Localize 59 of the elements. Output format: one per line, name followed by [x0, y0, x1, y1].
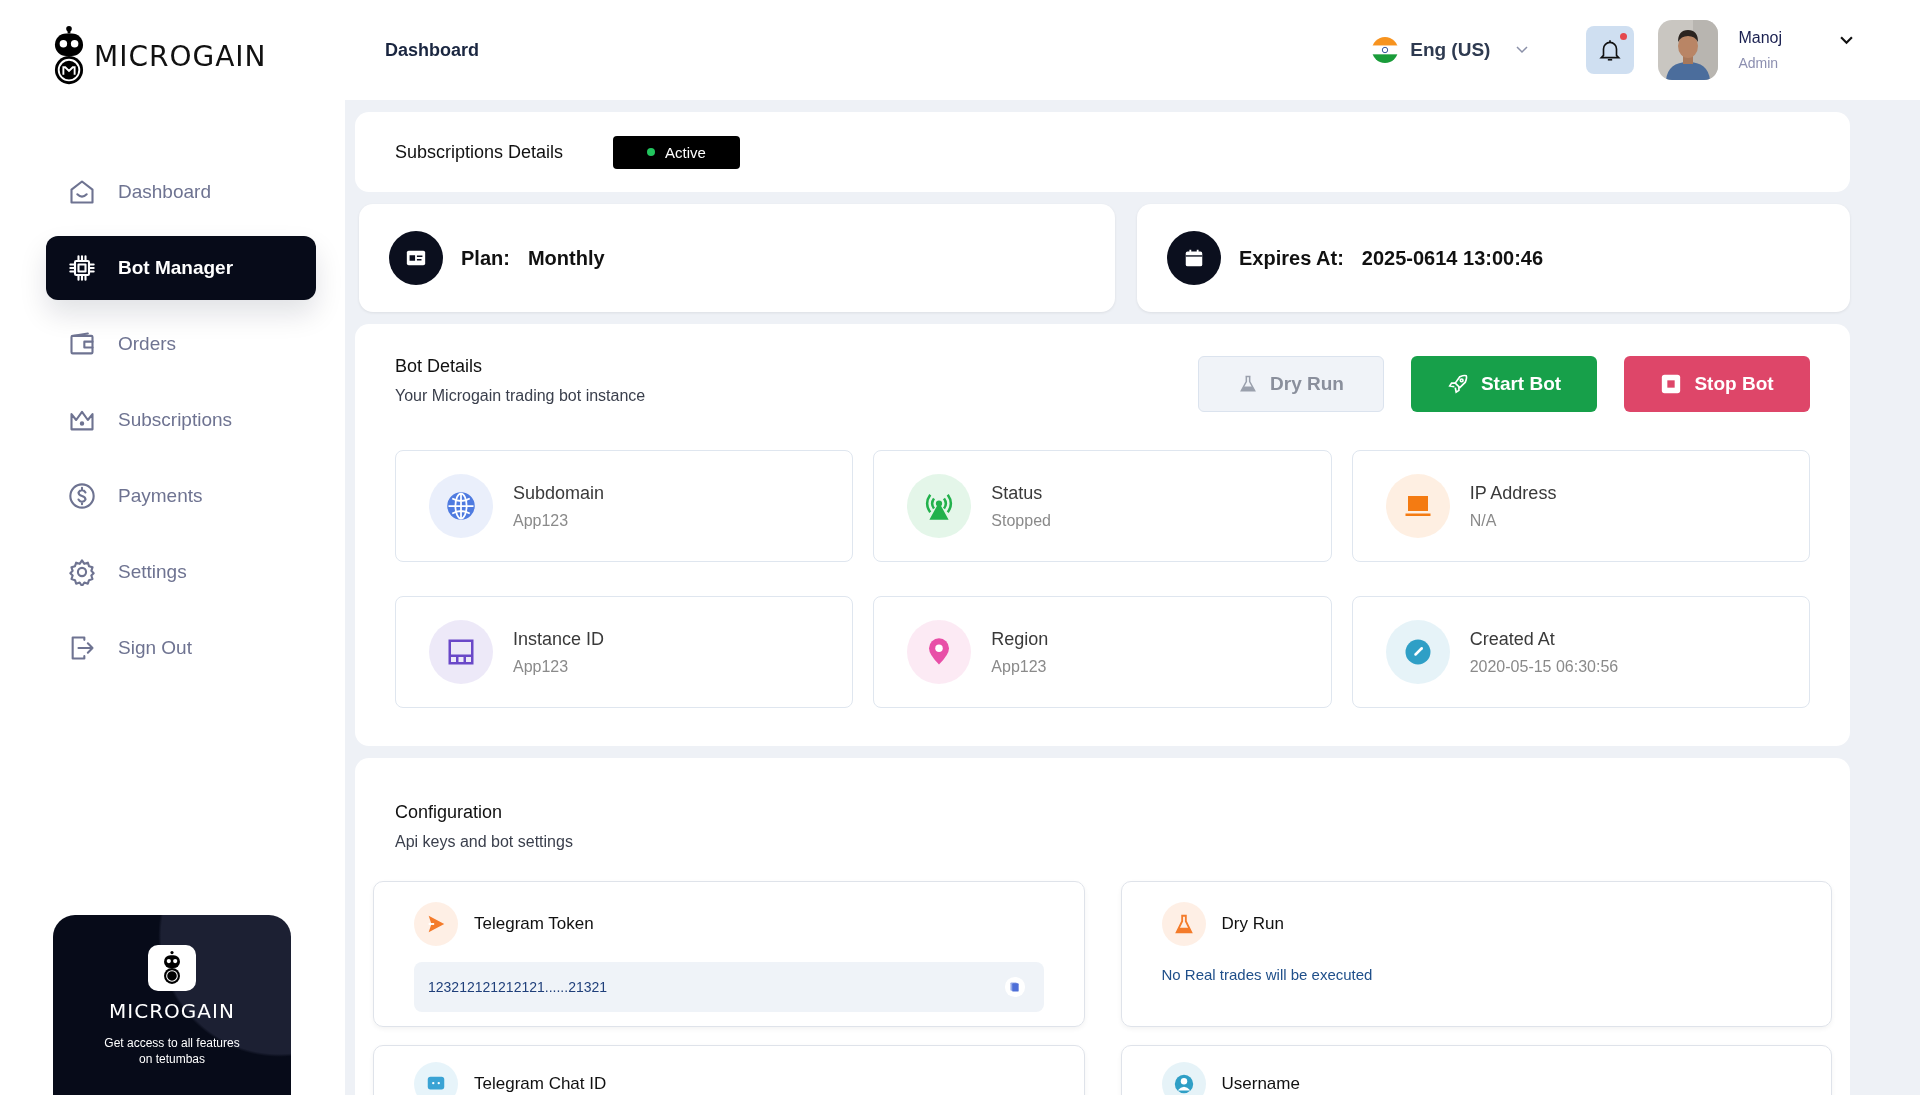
gear-icon	[68, 558, 96, 586]
expiry-label: Expires At:	[1239, 246, 1344, 270]
setting-label: Telegram Chat ID	[474, 1074, 607, 1094]
section-subtitle: Api keys and bot settings	[395, 833, 574, 851]
section-subtitle: Your Microgain trading bot instance	[395, 387, 646, 405]
nav-item[interactable]: Sign Out	[46, 616, 316, 680]
section-title: Subscriptions Details	[395, 141, 564, 163]
detail-value: N/A	[1469, 511, 1498, 530]
language-selector[interactable]: Eng (US)	[1372, 37, 1529, 63]
setting-label: Username	[1221, 1074, 1300, 1094]
nav-item[interactable]: Orders	[46, 312, 316, 376]
copy-icon[interactable]	[1003, 976, 1026, 998]
action-button[interactable]: Dry Run	[1198, 356, 1384, 412]
action-button[interactable]: Start Bot	[1411, 356, 1597, 412]
section-title: Bot Details	[395, 356, 484, 377]
section-title: Configuration	[395, 802, 504, 823]
detail-label: IP Address	[1469, 482, 1557, 504]
user-name: Manoj	[1738, 29, 1782, 47]
status-badge: Active	[613, 135, 740, 169]
promo-text: Get access to all features on tetumbas	[103, 1035, 241, 1068]
nav-item[interactable]: Payments	[46, 464, 316, 528]
nav-item[interactable]: Dashboard	[46, 160, 316, 224]
nav-item[interactable]: Bot Manager	[46, 236, 316, 300]
nav-item[interactable]: Settings	[46, 540, 316, 604]
calendar-icon	[1167, 231, 1221, 285]
rocket-icon	[1446, 373, 1469, 395]
page-title: Dashboard	[385, 39, 480, 61]
detail-value: App123	[513, 657, 570, 676]
detail-value: App123	[513, 511, 570, 530]
detail-label: Instance ID	[513, 628, 605, 650]
detail-value: 2020-05-15 06:30:56	[1469, 657, 1619, 676]
setting-note: No Real trades will be executed	[1161, 966, 1374, 983]
chevron-down-icon	[1516, 46, 1529, 54]
detail-label: Region	[991, 628, 1049, 650]
brand-name: MICROGAIN	[109, 999, 235, 1023]
plan-label: Plan:	[461, 246, 510, 270]
nav-item[interactable]: Subscriptions	[46, 388, 316, 452]
chip-icon	[68, 254, 96, 282]
flag-icon	[1372, 37, 1399, 63]
stop-icon	[1660, 373, 1683, 395]
expiry-value: 2025-0614 13:00:46	[1361, 246, 1544, 270]
notification-button[interactable]	[1586, 26, 1635, 74]
setting-label: Dry Run	[1221, 914, 1284, 934]
brand-name: MICROGAIN	[94, 39, 267, 73]
dollar-icon	[68, 482, 96, 510]
detail-label: Subdomain	[513, 482, 605, 504]
robot-logo-icon	[161, 951, 183, 985]
detail-label: Created At	[1469, 628, 1556, 650]
detail-label: Status	[991, 482, 1044, 504]
setting-label: Telegram Token	[474, 914, 594, 934]
detail-value: App123	[991, 657, 1048, 676]
detail-value: Stopped	[991, 511, 1051, 530]
id-card-icon	[389, 231, 443, 285]
plan-value: Monthly	[527, 246, 605, 270]
chevron-down-icon[interactable]	[1840, 35, 1853, 45]
user-role: Admin	[1738, 55, 1780, 71]
home-icon	[68, 178, 96, 206]
action-button[interactable]: Stop Bot	[1624, 356, 1810, 412]
token-field[interactable]: 123212121212121......21321	[414, 962, 1044, 1012]
